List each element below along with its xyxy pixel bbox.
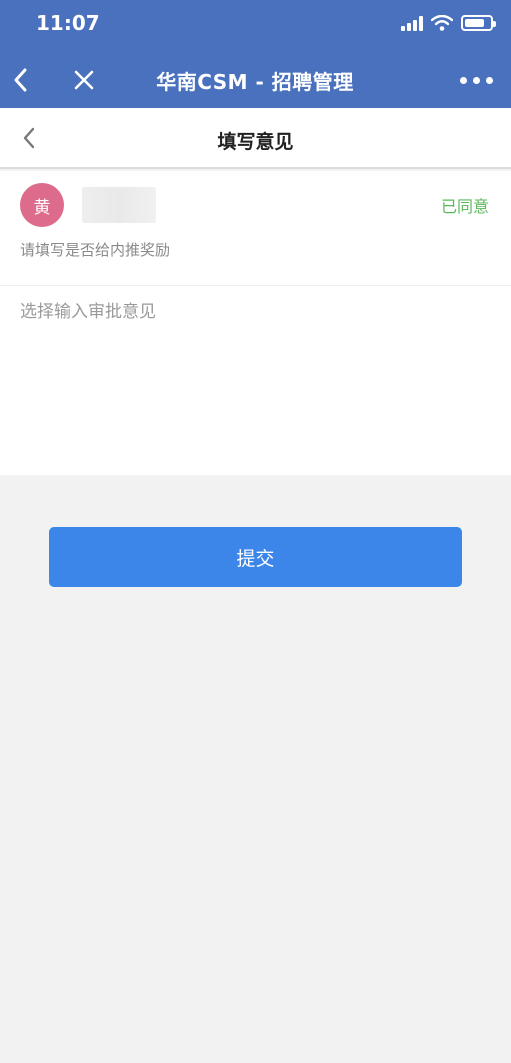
wifi-icon	[431, 15, 453, 31]
status-badge: 已同意	[440, 197, 489, 216]
submit-button[interactable]: 提交	[49, 527, 462, 587]
battery-icon	[461, 15, 496, 31]
back-chevron-icon	[14, 68, 27, 92]
nav-back-button[interactable]	[8, 64, 32, 96]
opinion-card: 黄 已同意 请填写是否给内推奖励	[0, 171, 511, 475]
page-header: 填写意见	[0, 108, 511, 169]
opinion-input[interactable]	[10, 291, 500, 461]
reward-prompt: 请填写是否给内推奖励	[20, 241, 171, 259]
approver-name-redacted	[82, 187, 156, 223]
more-dots-icon	[460, 76, 467, 84]
page-title: 填写意见	[217, 131, 294, 153]
status-icons	[401, 14, 496, 32]
more-button[interactable]	[460, 70, 493, 90]
close-icon	[74, 70, 94, 90]
screen: 11:07 华南CSM - 招聘管理 填写意见 黄 已同意 请填写是否给内推奖励…	[0, 0, 511, 1063]
status-time: 11:07	[36, 11, 100, 35]
nav-close-button[interactable]	[70, 64, 98, 96]
divider	[0, 285, 511, 286]
signal-icon	[401, 15, 423, 31]
app-title: 华南CSM - 招聘管理	[156, 70, 354, 94]
app-topbar: 11:07 华南CSM - 招聘管理	[0, 0, 511, 108]
avatar: 黄	[20, 183, 64, 227]
